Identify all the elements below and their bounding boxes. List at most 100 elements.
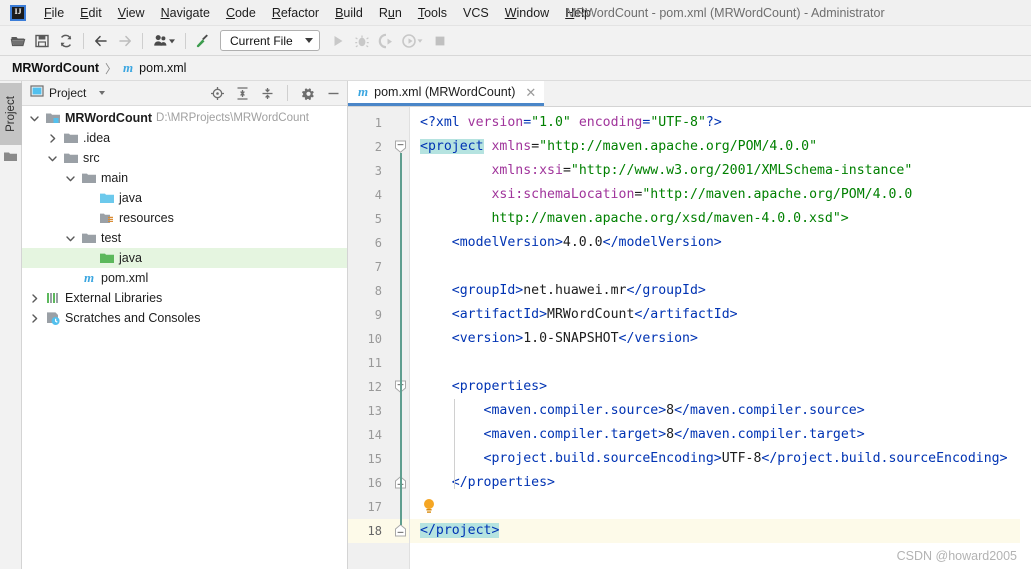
collapse-all-icon[interactable]: [257, 83, 277, 103]
fold-end-icon[interactable]: [394, 524, 407, 537]
code-line[interactable]: [410, 495, 1020, 519]
code-line[interactable]: <project xmlns="http://maven.apache.org/…: [410, 135, 1020, 159]
code-line[interactable]: <maven.compiler.source>8</maven.compiler…: [410, 399, 1020, 423]
line-number[interactable]: 7: [348, 255, 390, 279]
tree-node-scratches-and-consoles[interactable]: Scratches and Consoles: [22, 308, 347, 328]
tree-node-mrwordcount[interactable]: MRWordCount D:\MRProjects\MRWordCount: [22, 108, 347, 128]
breadcrumb-file[interactable]: pom.xml: [139, 61, 186, 75]
code-line[interactable]: </properties>: [410, 471, 1020, 495]
code-line[interactable]: [410, 351, 1020, 375]
gear-icon[interactable]: [298, 83, 318, 103]
menu-item-navigate[interactable]: Navigate: [153, 3, 218, 23]
open-project-icon[interactable]: [6, 29, 30, 53]
sync-refresh-icon[interactable]: [54, 29, 78, 53]
line-number[interactable]: 3: [348, 159, 390, 183]
line-number[interactable]: 17: [348, 495, 390, 519]
line-number[interactable]: 10: [348, 327, 390, 351]
menu-item-edit[interactable]: Edit: [72, 3, 110, 23]
tree-node-java[interactable]: java: [22, 248, 347, 268]
line-number[interactable]: 16: [348, 471, 390, 495]
line-number[interactable]: 15: [348, 447, 390, 471]
build-hammer-icon[interactable]: [191, 29, 215, 53]
expand-all-icon[interactable]: [232, 83, 252, 103]
code-line[interactable]: <properties>: [410, 375, 1020, 399]
chevron-down-icon[interactable]: [28, 112, 41, 125]
menu-item-code[interactable]: Code: [218, 3, 264, 23]
tree-node-pom-xml[interactable]: m pom.xml: [22, 268, 347, 288]
chevron-right-icon[interactable]: [28, 292, 41, 305]
forward-arrow-icon[interactable]: [113, 29, 137, 53]
chevron-down-icon[interactable]: [46, 152, 59, 165]
tree-node-main[interactable]: main: [22, 168, 347, 188]
tree-node-resources[interactable]: resources: [22, 208, 347, 228]
close-icon[interactable]: ✕: [525, 86, 536, 99]
code-line[interactable]: </project>: [410, 519, 1020, 543]
code-line[interactable]: xmlns:xsi="http://www.w3.org/2001/XMLSch…: [410, 159, 1020, 183]
code-line[interactable]: [410, 255, 1020, 279]
tree-node-test[interactable]: test: [22, 228, 347, 248]
tree-node-label: Scratches and Consoles: [65, 311, 201, 325]
editor-scrollbar[interactable]: [1020, 107, 1031, 569]
run-coverage-icon[interactable]: [374, 29, 398, 53]
intention-bulb-icon[interactable]: [422, 498, 436, 515]
code-line[interactable]: http://maven.apache.org/xsd/maven-4.0.0.…: [410, 207, 1020, 231]
locate-file-icon[interactable]: [207, 83, 227, 103]
menu-item-file[interactable]: File: [36, 3, 72, 23]
vcs-update-icon[interactable]: [148, 29, 180, 53]
tree-node-external-libraries[interactable]: External Libraries: [22, 288, 347, 308]
code-line[interactable]: <project.build.sourceEncoding>UTF-8</pro…: [410, 447, 1020, 471]
breadcrumb-project[interactable]: MRWordCount: [12, 61, 99, 75]
chevron-down-icon[interactable]: [64, 172, 77, 185]
line-number[interactable]: 1: [348, 111, 390, 135]
code-line[interactable]: <groupId>net.huawei.mr</groupId>: [410, 279, 1020, 303]
tree-node-src[interactable]: src: [22, 148, 347, 168]
code-line[interactable]: <version>1.0-SNAPSHOT</version>: [410, 327, 1020, 351]
line-number[interactable]: 14: [348, 423, 390, 447]
chevron-down-icon[interactable]: [99, 91, 106, 95]
code-line[interactable]: <maven.compiler.target>8</maven.compiler…: [410, 423, 1020, 447]
line-number[interactable]: 2: [348, 135, 390, 159]
line-number[interactable]: 6: [348, 231, 390, 255]
menu-item-vcs[interactable]: VCS: [455, 3, 497, 23]
structure-icon[interactable]: [4, 149, 17, 161]
fold-collapse-icon[interactable]: [394, 140, 407, 153]
tree-node-java[interactable]: java: [22, 188, 347, 208]
line-number[interactable]: 12: [348, 375, 390, 399]
tree-node--idea[interactable]: .idea: [22, 128, 347, 148]
run-configuration-selector[interactable]: Current File: [220, 30, 320, 51]
back-arrow-icon[interactable]: [89, 29, 113, 53]
line-number[interactable]: 8: [348, 279, 390, 303]
debug-icon[interactable]: [350, 29, 374, 53]
run-icon[interactable]: [326, 29, 350, 53]
profiler-icon[interactable]: [398, 29, 428, 53]
code-line[interactable]: xsi:schemaLocation="http://maven.apache.…: [410, 183, 1020, 207]
code-folding-gutter[interactable]: [390, 107, 410, 569]
menu-item-refactor[interactable]: Refactor: [264, 3, 327, 23]
menu-item-view[interactable]: View: [110, 3, 153, 23]
code-token: <maven.compiler.source>: [483, 403, 667, 418]
line-number[interactable]: 4: [348, 183, 390, 207]
code-line[interactable]: <artifactId>MRWordCount</artifactId>: [410, 303, 1020, 327]
chevron-right-icon[interactable]: [46, 132, 59, 145]
line-number[interactable]: 5: [348, 207, 390, 231]
menu-item-tools[interactable]: Tools: [410, 3, 455, 23]
chevron-right-icon[interactable]: [28, 312, 41, 325]
hide-icon[interactable]: [323, 83, 343, 103]
code-editor[interactable]: 1 2 3 4 5 6 7 8 9 10 11 12 13 14 15 16 17 18 <?xml versio…: [348, 107, 1031, 569]
sidebar-item-project-stripe[interactable]: Project: [0, 83, 22, 145]
menu-item-build[interactable]: Build: [327, 3, 371, 23]
menu-item-run[interactable]: Run: [371, 3, 410, 23]
stop-icon[interactable]: [428, 29, 452, 53]
editor-tab-pom-xml[interactable]: m pom.xml (MRWordCount) ✕: [348, 81, 545, 106]
line-number[interactable]: 11: [348, 351, 390, 375]
line-number[interactable]: 9: [348, 303, 390, 327]
code-line[interactable]: <?xml version="1.0" encoding="UTF-8"?>: [410, 111, 1020, 135]
save-all-icon[interactable]: [30, 29, 54, 53]
code-line[interactable]: <modelVersion>4.0.0</modelVersion>: [410, 231, 1020, 255]
project-tree[interactable]: MRWordCount D:\MRProjects\MRWordCount .ide…: [22, 106, 347, 569]
menu-item-window[interactable]: Window: [497, 3, 557, 23]
code-content[interactable]: <?xml version="1.0" encoding="UTF-8"?> <p…: [410, 107, 1020, 569]
chevron-down-icon[interactable]: [64, 232, 77, 245]
line-number[interactable]: 18: [348, 519, 390, 543]
line-number[interactable]: 13: [348, 399, 390, 423]
